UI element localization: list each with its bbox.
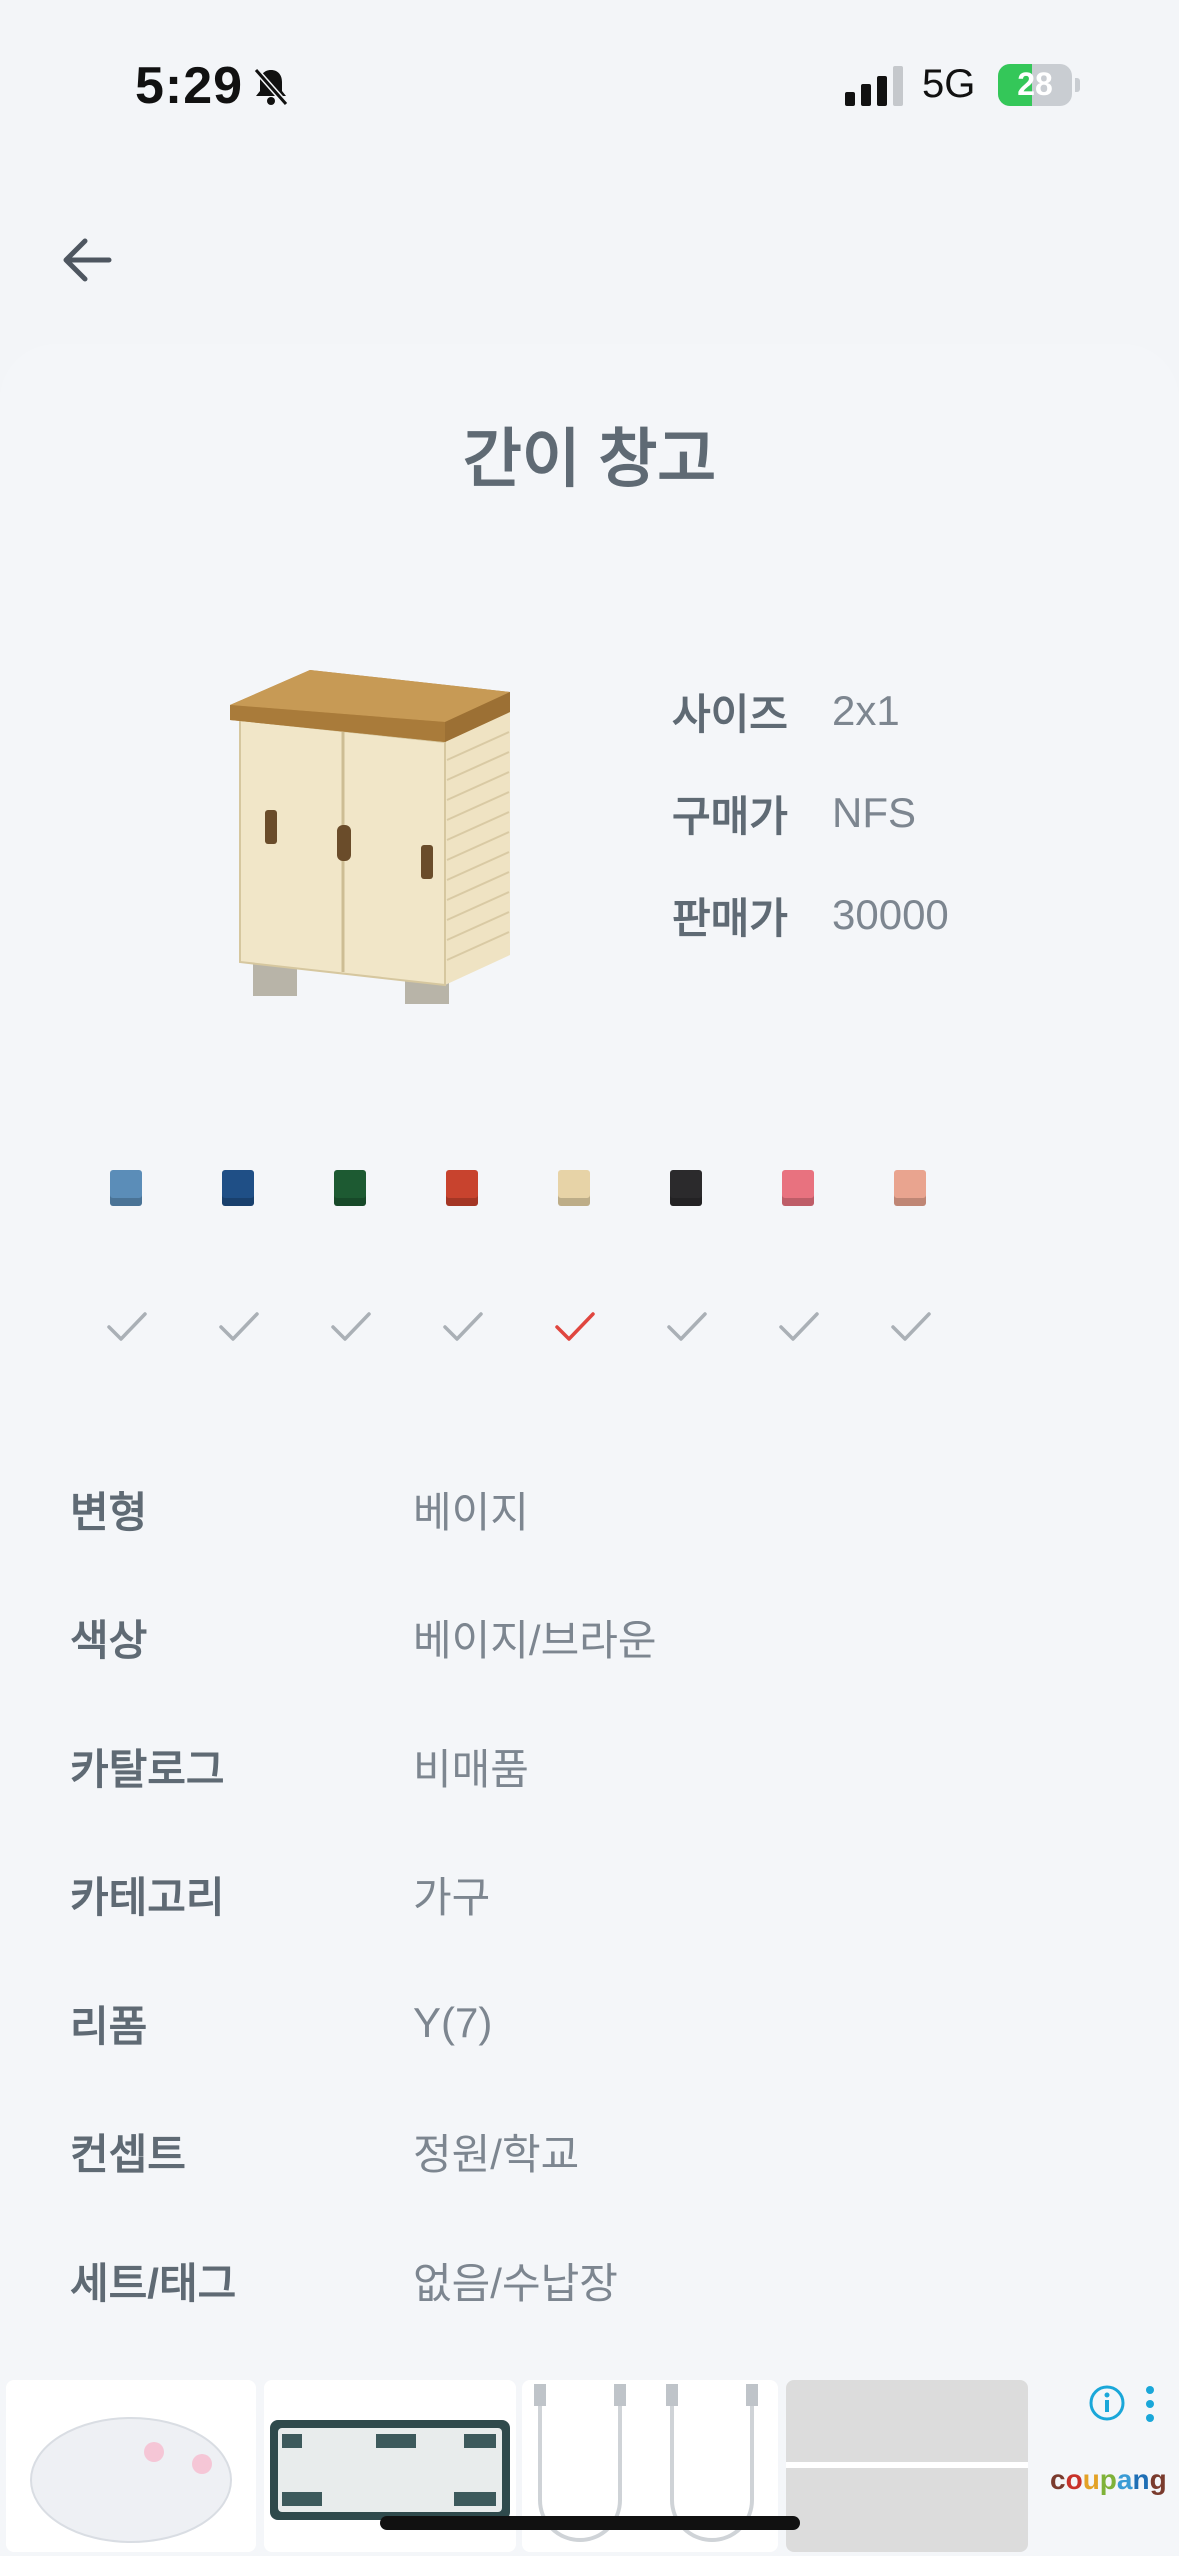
detail-label: 리폼: [70, 2002, 148, 2050]
check-icon: [891, 1312, 931, 1341]
status-time: 5:29: [135, 57, 244, 115]
ad-product-mousepad[interactable]: [6, 2380, 256, 2552]
spec-buy-price: 구매가 NFS: [672, 762, 949, 864]
detail-value: 가구: [413, 1874, 491, 1922]
signal-icon: [845, 66, 903, 106]
variant-option[interactable]: [406, 1160, 518, 1380]
detail-list: 변형 베이지 색상 베이지/브라운 카탈로그 비매품 카테고리 가구 리폼 Y(…: [70, 1445, 1110, 2345]
spec-value: NFS: [832, 789, 916, 836]
detail-row-color: 색상 베이지/브라운: [70, 1574, 1110, 1703]
spec-value: 30000: [832, 891, 949, 938]
spec-label: 판매가: [672, 894, 788, 942]
spec-label: 사이즈: [672, 690, 788, 738]
home-indicator: [380, 2516, 800, 2530]
variant-swatch: [558, 1170, 590, 1206]
spec-size: 사이즈 2x1: [672, 660, 949, 762]
detail-value: 베이지: [413, 1488, 529, 1536]
detail-row-reform: 리폼 Y(7): [70, 1959, 1110, 2088]
detail-row-catalog: 카탈로그 비매품: [70, 1702, 1110, 1831]
network-label: 5G: [922, 62, 976, 106]
detail-value: 베이지/브라운: [413, 1617, 657, 1665]
coupang-logo[interactable]: coupang: [1050, 2464, 1167, 2496]
check-icon: [107, 1312, 147, 1341]
spec-list: 사이즈 2x1 구매가 NFS 판매가 30000: [672, 660, 949, 966]
detail-label: 세트/태그: [70, 2259, 237, 2307]
battery-icon: 28: [998, 64, 1080, 106]
detail-row-set-tag: 세트/태그 없음/수납장: [70, 2216, 1110, 2345]
detail-label: 카테고리: [70, 1874, 225, 1922]
ad-product-placeholder[interactable]: [786, 2380, 1028, 2552]
variant-swatch: [222, 1170, 254, 1206]
variant-option[interactable]: [630, 1160, 742, 1380]
storage-shed-image: [230, 670, 510, 1004]
variant-option[interactable]: [182, 1160, 294, 1380]
variant-swatch: [334, 1170, 366, 1206]
variant-swatch: [782, 1170, 814, 1206]
detail-label: 색상: [70, 1617, 148, 1665]
variant-swatch: [670, 1170, 702, 1206]
page-title: 간이 창고: [462, 423, 717, 495]
info-icon[interactable]: [1088, 2384, 1126, 2422]
check-icon: [667, 1312, 707, 1341]
check-icon: [443, 1312, 483, 1341]
check-icon: [779, 1312, 819, 1341]
check-icon: [219, 1312, 259, 1341]
more-vertical-icon[interactable]: [1142, 2384, 1158, 2424]
variant-option[interactable]: [518, 1160, 630, 1380]
arrow-left-icon: [63, 238, 112, 282]
detail-row-category: 카테고리 가구: [70, 1831, 1110, 1960]
detail-row-concept: 컨셉트 정원/학교: [70, 2088, 1110, 2217]
detail-label: 카탈로그: [70, 1745, 225, 1793]
bell-muted-icon: [253, 68, 289, 106]
check-icon: [331, 1312, 371, 1341]
detail-value: 비매품: [413, 1745, 529, 1793]
detail-value: Y(7): [413, 1999, 493, 2047]
detail-value: 정원/학교: [413, 2131, 580, 2179]
detail-label: 변형: [70, 1488, 148, 1536]
variant-option[interactable]: [70, 1160, 182, 1380]
mousepad-image: [30, 2417, 232, 2543]
spec-label: 구매가: [672, 792, 788, 840]
variant-swatch: [110, 1170, 142, 1206]
status-bar: 5:29 5G 28: [0, 0, 1179, 170]
variant-swatch: [446, 1170, 478, 1206]
spec-sell-price: 판매가 30000: [672, 864, 949, 966]
variant-option[interactable]: [742, 1160, 854, 1380]
check-icon: [555, 1312, 595, 1341]
battery-level: 28: [1017, 66, 1053, 102]
variant-option[interactable]: [294, 1160, 406, 1380]
variant-option[interactable]: [854, 1160, 966, 1380]
detail-value: 없음/수납장: [413, 2259, 618, 2307]
back-button[interactable]: [52, 228, 122, 292]
detail-label: 컨셉트: [70, 2131, 186, 2179]
spec-value: 2x1: [832, 687, 900, 734]
variant-selector: [70, 1160, 1070, 1380]
detail-row-variant: 변형 베이지: [70, 1445, 1110, 1574]
variant-swatch: [894, 1170, 926, 1206]
